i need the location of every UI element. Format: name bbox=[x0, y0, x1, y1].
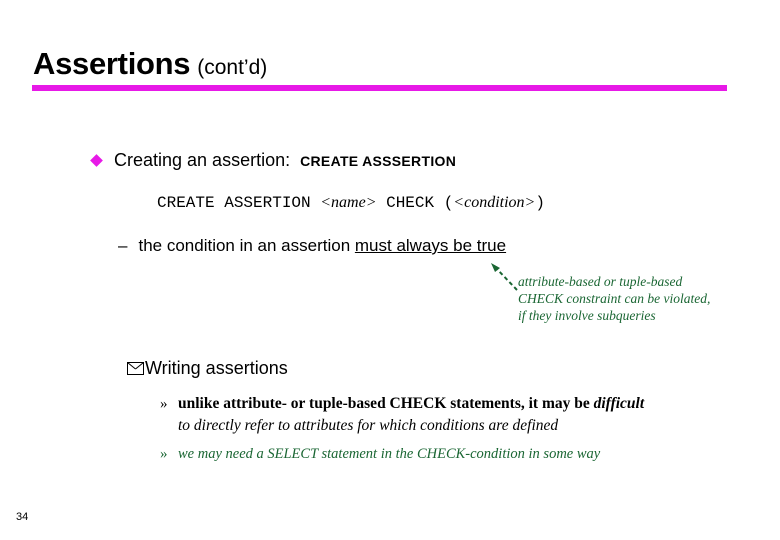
bullet-level2-label: Writing assertions bbox=[145, 358, 288, 378]
sub-bullet-unlike-check: » unlike attribute- or tuple-based CHECK… bbox=[160, 395, 760, 435]
green-annotation: attribute-based or tuple-based CHECK con… bbox=[518, 273, 763, 324]
assertion-syntax-line: CREATE ASSERTION <name> CHECK (<conditio… bbox=[157, 194, 545, 212]
sub-bullet-2-text: we may need a SELECT statement in the CH… bbox=[178, 446, 601, 462]
bullet-condition-always-true: – the condition in an assertion must alwa… bbox=[118, 236, 506, 256]
sub-bullet-select-statement: » we may need a SELECT statement in the … bbox=[160, 446, 760, 463]
bullet-writing-assertions: Writing assertions bbox=[127, 358, 288, 379]
sub-bullet-1-line1-emphasis: difficult bbox=[593, 395, 645, 412]
annotation-line-3: if they involve subqueries bbox=[518, 308, 656, 323]
syntax-part-3: ) bbox=[535, 194, 545, 212]
annotation-line-1: attribute-based or tuple-based bbox=[518, 274, 683, 289]
sub-bullet-1-line1: unlike attribute- or tuple-based CHECK s… bbox=[178, 395, 644, 413]
envelope-bullet-icon bbox=[127, 362, 144, 375]
diamond-bullet-icon bbox=[90, 154, 103, 167]
annotation-line-2: CHECK constraint can be violated, bbox=[518, 291, 711, 306]
dash-bullet-icon: – bbox=[118, 236, 128, 255]
page-title-main: Assertions bbox=[33, 46, 191, 81]
dash-bullet-emphasis: must always be true bbox=[354, 236, 507, 255]
title-divider bbox=[32, 85, 727, 91]
syntax-placeholder-name: <name> bbox=[320, 194, 377, 211]
bullet-creating-assertion: Creating an assertion: CREATE ASSSERTION bbox=[90, 150, 457, 171]
bullet-level1-label: Creating an assertion: bbox=[114, 150, 291, 170]
sub-bullet-1-line1-bold: unlike attribute- or tuple-based CHECK s… bbox=[178, 395, 594, 412]
sub-bullet-1-line2: to directly refer to attributes for whic… bbox=[178, 417, 559, 434]
page-title-suffix: (cont’d) bbox=[197, 56, 268, 79]
slide-canvas: Assertions (cont’d) Creating an assertion… bbox=[0, 0, 780, 540]
create-assertion-keyword: CREATE ASSSERTION bbox=[300, 152, 457, 169]
dash-bullet-text: the condition in an assertion bbox=[138, 236, 355, 255]
syntax-placeholder-condition: <condition> bbox=[453, 194, 536, 211]
syntax-part-1: CREATE ASSERTION bbox=[157, 194, 321, 212]
page-number: 34 bbox=[16, 511, 29, 523]
page-title: Assertions (cont’d) bbox=[33, 46, 267, 82]
guillemet-bullet-icon-1: » bbox=[160, 396, 168, 412]
guillemet-bullet-icon-2: » bbox=[160, 446, 168, 462]
syntax-part-2: CHECK ( bbox=[376, 194, 454, 212]
